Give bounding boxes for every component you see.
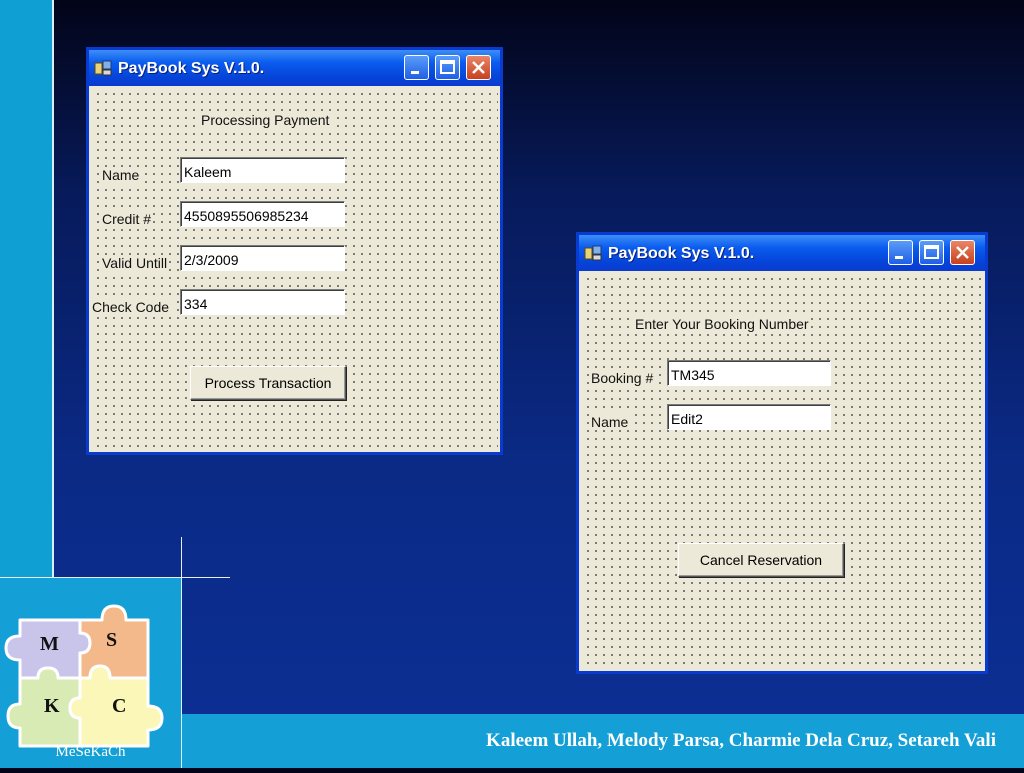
window-titlebar[interactable]: PayBook Sys V.1.0. [89, 50, 500, 86]
logo-letter-c: C [112, 695, 126, 717]
minimize-icon [411, 71, 419, 74]
window-title: PayBook Sys V.1.0. [608, 245, 755, 262]
logo-letter-m: M [40, 633, 59, 655]
logo-letter-k: K [44, 695, 60, 717]
window-titlebar[interactable]: PayBook Sys V.1.0. [579, 235, 985, 271]
left-accent-bar [0, 0, 52, 578]
name-field[interactable] [180, 157, 345, 183]
name-label: Name [589, 414, 631, 430]
check-code-field[interactable] [180, 289, 345, 315]
footer-bar: Kaleem Ullah, Melody Parsa, Charmie Dela… [182, 714, 1024, 768]
logo-label: MeSeKaCh [55, 744, 126, 760]
payment-window[interactable]: PayBook Sys V.1.0. Processing Payment Na… [86, 47, 503, 455]
cancel-reservation-button[interactable]: Cancel Reservation [678, 543, 844, 577]
booking-window[interactable]: PayBook Sys V.1.0. Enter Your Booking Nu… [576, 232, 988, 674]
form-heading: Processing Payment [199, 112, 332, 128]
maximize-button[interactable] [919, 240, 944, 265]
app-icon [94, 60, 112, 76]
booking-number-label: Booking # [589, 370, 656, 386]
authors-text: Kaleem Ullah, Melody Parsa, Charmie Dela… [486, 730, 996, 751]
window-title: PayBook Sys V.1.0. [118, 60, 265, 77]
maximize-icon [924, 245, 939, 259]
booking-number-field[interactable] [667, 360, 831, 386]
minimize-button[interactable] [404, 55, 429, 80]
left-accent-edge [52, 0, 54, 578]
puzzle-logo-icon: M S K C [4, 604, 164, 748]
name-label: Name [100, 167, 142, 183]
credit-label: Credit # [100, 211, 154, 227]
maximize-button[interactable] [435, 55, 460, 80]
form-client-area: Enter Your Booking Number Booking # Name… [581, 273, 983, 669]
valid-until-field[interactable] [180, 245, 345, 271]
minimize-button[interactable] [888, 240, 913, 265]
close-icon [956, 246, 969, 259]
logo: M S K C [0, 578, 181, 768]
check-code-label: Check Code [90, 299, 172, 315]
minimize-icon [895, 256, 903, 259]
app-icon [584, 245, 602, 261]
close-icon [472, 61, 485, 74]
close-button[interactable] [466, 55, 491, 80]
close-button[interactable] [950, 240, 975, 265]
valid-until-label: Valid Untill [100, 255, 170, 271]
maximize-icon [440, 60, 455, 74]
credit-number-field[interactable] [180, 201, 345, 227]
form-client-area: Processing Payment Name Credit # Valid U… [90, 88, 498, 450]
logo-letter-s: S [106, 629, 117, 651]
form-heading: Enter Your Booking Number [633, 316, 811, 332]
name-field[interactable] [667, 404, 831, 430]
process-transaction-button[interactable]: Process Transaction [190, 366, 346, 400]
